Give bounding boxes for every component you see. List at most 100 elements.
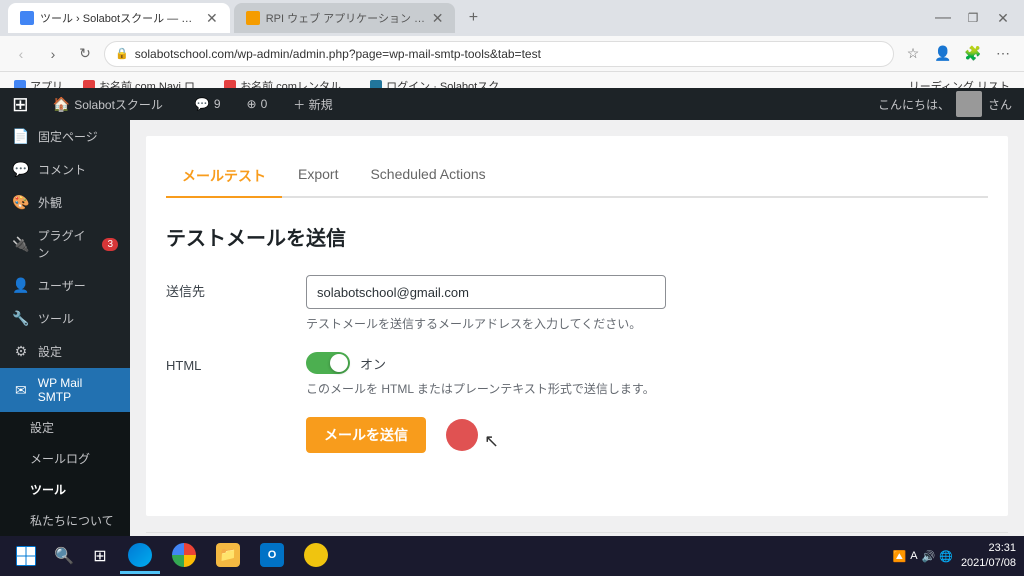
admin-bar-site[interactable]: 🏠 Solabotスクール bbox=[45, 88, 171, 120]
tab-mail-test-label: メールテスト bbox=[182, 168, 266, 184]
taskbar-yellow-app[interactable] bbox=[296, 538, 336, 574]
sidebar-submenu: 設定 メールログ ツール 私たちについて bbox=[0, 412, 130, 536]
toggle-label: オン bbox=[360, 354, 386, 373]
sidebar-item-settings[interactable]: ⚙ 設定 bbox=[0, 335, 130, 368]
send-mail-button[interactable]: メールを送信 bbox=[306, 417, 426, 453]
html-field: オン このメールを HTML またはプレーンテキスト形式で送信します。 bbox=[306, 352, 988, 397]
tools-icon: 🔧 bbox=[12, 310, 30, 327]
extensions-button[interactable]: 🧩 bbox=[960, 41, 986, 67]
submenu-about-label: 私たちについて bbox=[30, 514, 114, 528]
loading-spinner bbox=[446, 419, 478, 451]
sidebar: 📄 固定ページ 💬 コメント 🎨 外観 🔌 プラグイン 3 👤 bbox=[0, 120, 130, 536]
close-window-button[interactable]: ✕ bbox=[990, 5, 1016, 31]
minimize-button[interactable]: — bbox=[930, 5, 956, 31]
appearance-label: 外観 bbox=[38, 194, 62, 211]
submit-spacer bbox=[166, 417, 306, 423]
tab-export[interactable]: Export bbox=[282, 156, 354, 198]
tab-bar: ツール › Solabotスクール — WordPr... ✕ RPI ウェブ … bbox=[0, 0, 1024, 36]
tab-label: ツール › Solabotスクール — WordPr... bbox=[40, 10, 200, 26]
profile-button[interactable]: 👤 bbox=[930, 41, 956, 67]
taskbar-task-view[interactable]: ⊞ bbox=[84, 540, 116, 572]
nav-icons: ☆ 👤 🧩 ⋯ bbox=[900, 41, 1016, 67]
toggle-knob bbox=[330, 354, 348, 372]
tray-icon-1: 🔼 bbox=[892, 550, 906, 563]
admin-bar-notifications: 💬 9 ⊕ 0 ＋ 新規 bbox=[187, 88, 341, 120]
clock-time: 23:31 bbox=[961, 541, 1016, 556]
submenu-mail-log[interactable]: メールログ bbox=[0, 443, 130, 474]
users-icon: 👤 bbox=[12, 277, 30, 294]
lock-icon: 🔒 bbox=[115, 47, 129, 60]
fixed-pages-label: 固定ページ bbox=[38, 128, 98, 145]
sidebar-item-tools[interactable]: 🔧 ツール bbox=[0, 302, 130, 335]
taskbar-explorer[interactable]: 📁 bbox=[208, 538, 248, 574]
settings-icon: ⚙ bbox=[12, 343, 30, 360]
tab-favicon-2 bbox=[246, 11, 260, 25]
site-name: Solabotスクール bbox=[74, 96, 163, 113]
tab-active[interactable]: ツール › Solabotスクール — WordPr... ✕ bbox=[8, 3, 230, 33]
plugins-badge: 3 bbox=[102, 238, 118, 251]
user-avatar bbox=[956, 91, 982, 117]
wp-mail-smtp-icon: ✉ bbox=[12, 382, 30, 399]
sidebar-item-users[interactable]: 👤 ユーザー bbox=[0, 269, 130, 302]
send-to-label: 送信先 bbox=[166, 275, 306, 300]
taskbar-clock[interactable]: 23:31 2021/07/08 bbox=[961, 541, 1016, 572]
back-button[interactable]: ‹ bbox=[8, 41, 34, 67]
sidebar-item-appearance[interactable]: 🎨 外観 bbox=[0, 186, 130, 219]
tab-scheduled-actions-label: Scheduled Actions bbox=[370, 166, 485, 182]
tab-scheduled-actions[interactable]: Scheduled Actions bbox=[354, 156, 501, 198]
taskbar-search-button[interactable]: 🔍 bbox=[48, 540, 80, 572]
taskbar-start-button[interactable] bbox=[8, 538, 44, 574]
new-content-bar-item[interactable]: ＋ 新規 bbox=[285, 88, 340, 120]
forward-button[interactable]: › bbox=[40, 41, 66, 67]
submenu-mail-log-label: メールログ bbox=[30, 452, 90, 466]
submenu-settings[interactable]: 設定 bbox=[0, 412, 130, 443]
submenu-about[interactable]: 私たちについて bbox=[0, 505, 130, 536]
browser-chrome: ツール › Solabotスクール — WordPr... ✕ RPI ウェブ … bbox=[0, 0, 1024, 88]
tab-close-button[interactable]: ✕ bbox=[206, 10, 218, 27]
send-to-input[interactable] bbox=[306, 275, 666, 309]
wp-logo: ⊞ bbox=[12, 92, 29, 117]
form-row-html: HTML オン このメールを HTML またはプレーンテキスト形式で送信します。 bbox=[166, 352, 988, 397]
submenu-tools-label: ツール bbox=[30, 483, 66, 497]
taskbar: 🔍 ⊞ 📁 O 🔼 A 🔊 🌐 23:31 2021/07 bbox=[0, 536, 1024, 576]
form-row-submit: メールを送信 ↖ bbox=[166, 417, 988, 453]
submenu-tools[interactable]: ツール bbox=[0, 474, 130, 505]
bookmark-star-button[interactable]: ☆ bbox=[900, 41, 926, 67]
appearance-icon: 🎨 bbox=[12, 194, 30, 211]
comments-sidebar-label: コメント bbox=[38, 161, 86, 178]
wp-area: ⊞ 🏠 Solabotスクール 💬 9 ⊕ 0 ＋ 新規 こんにちは、 bbox=[0, 88, 1024, 536]
html-toggle[interactable] bbox=[306, 352, 350, 374]
send-to-hint: テストメールを送信するメールアドレスを入力してください。 bbox=[306, 315, 988, 332]
taskbar-chrome[interactable] bbox=[164, 538, 204, 574]
refresh-button[interactable]: ↻ bbox=[72, 41, 98, 67]
updates-bar-item[interactable]: ⊕ 0 bbox=[239, 88, 276, 120]
maximize-button[interactable]: ❐ bbox=[960, 5, 986, 31]
tab-inactive[interactable]: RPI ウェブ アプリケーション のクライアント と... ✕ bbox=[234, 3, 456, 33]
tab-mail-test[interactable]: メールテスト bbox=[166, 156, 282, 198]
address-bar[interactable]: 🔒 solabotschool.com/wp-admin/admin.php?p… bbox=[104, 41, 894, 67]
updates-count: 0 bbox=[261, 97, 268, 111]
form-row-send-to: 送信先 テストメールを送信するメールアドレスを入力してください。 bbox=[166, 275, 988, 332]
sidebar-item-comments[interactable]: 💬 コメント bbox=[0, 153, 130, 186]
new-tab-button[interactable]: + bbox=[459, 4, 487, 32]
tab-navigation: メールテスト Export Scheduled Actions bbox=[166, 156, 988, 198]
taskbar-edge[interactable] bbox=[120, 538, 160, 574]
sidebar-item-fixed-pages[interactable]: 📄 固定ページ bbox=[0, 120, 130, 153]
house-icon: 🏠 bbox=[53, 96, 70, 113]
wp-admin-bar: ⊞ 🏠 Solabotスクール 💬 9 ⊕ 0 ＋ 新規 こんにちは、 bbox=[0, 88, 1024, 120]
tab-export-label: Export bbox=[298, 166, 338, 182]
sidebar-item-wp-mail-smtp[interactable]: ✉ WP Mail SMTP bbox=[0, 368, 130, 412]
menu-button[interactable]: ⋯ bbox=[990, 41, 1016, 67]
settings-label: 設定 bbox=[38, 343, 62, 360]
taskbar-outlook[interactable]: O bbox=[252, 538, 292, 574]
page-wrapper: ツール › Solabotスクール — WordPr... ✕ RPI ウェブ … bbox=[0, 0, 1024, 576]
sidebar-item-plugins[interactable]: 🔌 プラグイン 3 bbox=[0, 219, 130, 269]
nav-bar: ‹ › ↻ 🔒 solabotschool.com/wp-admin/admin… bbox=[0, 36, 1024, 72]
taskbar-right-area: 🔼 A 🔊 🌐 23:31 2021/07/08 bbox=[892, 541, 1016, 572]
wp-mail-smtp-label: WP Mail SMTP bbox=[38, 376, 118, 404]
form-title: テストメールを送信 bbox=[166, 222, 988, 251]
tab-close-button-2[interactable]: ✕ bbox=[432, 10, 444, 27]
url-text: solabotschool.com/wp-admin/admin.php?pag… bbox=[135, 47, 541, 61]
comments-bar-item[interactable]: 💬 9 bbox=[187, 88, 229, 120]
plugins-label: プラグイン bbox=[37, 227, 90, 261]
